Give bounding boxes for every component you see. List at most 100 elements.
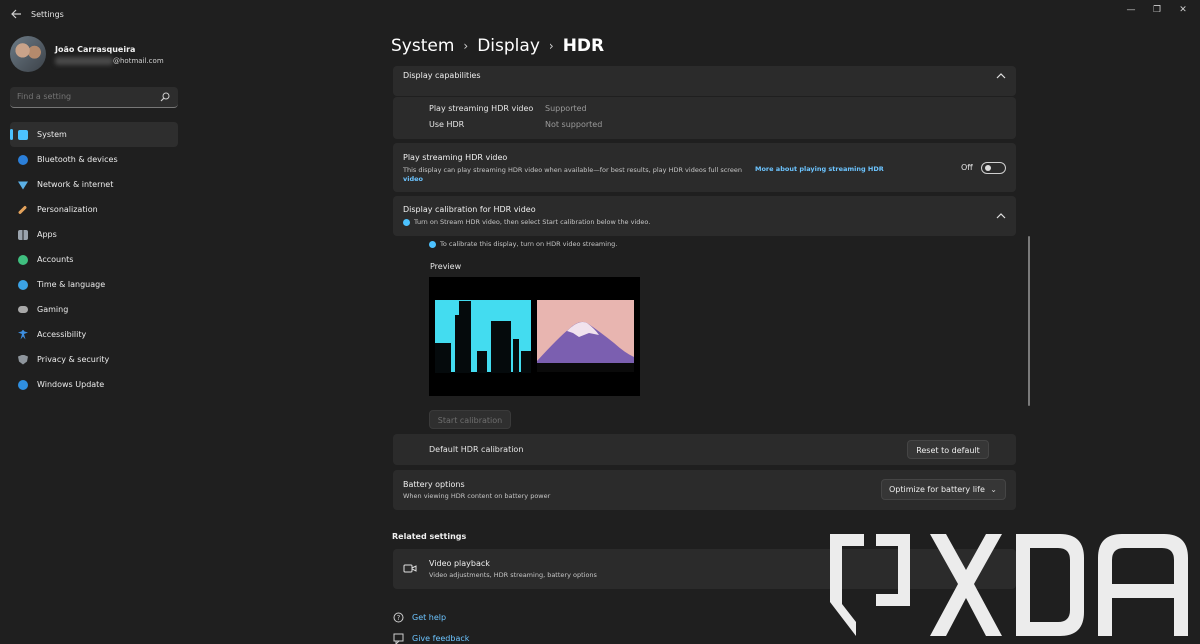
feedback-icon: [393, 633, 404, 644]
capability-value: Not supported: [545, 120, 603, 129]
shield-icon: [18, 354, 28, 365]
capabilities-header[interactable]: Display capabilities: [393, 66, 1016, 96]
streaming-hdr-card: Play streaming HDR video This display ca…: [393, 143, 1016, 192]
chevron-right-icon: ›: [463, 39, 469, 53]
brush-icon: [17, 204, 28, 215]
calibration-subtitle: Turn on Stream HDR video, then select St…: [403, 218, 650, 226]
calibration-header[interactable]: Display calibration for HDR video Turn o…: [393, 196, 1016, 236]
battery-option-selected: Optimize for battery life: [889, 485, 985, 494]
sidebar-item-label: Accounts: [37, 255, 74, 264]
sidebar-item-label: Time & language: [37, 280, 106, 289]
toggle-state-label: Off: [961, 163, 973, 172]
profile-name: João Carrasqueira: [55, 45, 136, 54]
search-input[interactable]: [17, 92, 157, 101]
email-redaction: [55, 57, 113, 65]
sidebar-item-network[interactable]: Network & internet: [10, 172, 178, 197]
sidebar-nav: System Bluetooth & devices Network & int…: [10, 122, 178, 397]
search-box[interactable]: [10, 87, 178, 108]
calibration-info-text: To calibrate this display, turn on HDR v…: [440, 240, 618, 248]
sidebar-item-label: System: [37, 130, 67, 139]
preview-image: [435, 300, 634, 373]
sidebar-item-label: Bluetooth & devices: [37, 155, 118, 164]
person-icon: [18, 254, 28, 265]
battery-title: Battery options: [403, 480, 465, 489]
sidebar-item-label: Personalization: [37, 205, 98, 214]
streaming-title: Play streaming HDR video: [403, 153, 508, 162]
sidebar-item-label: Network & internet: [37, 180, 114, 189]
battery-option-dropdown[interactable]: Optimize for battery life ⌄: [881, 479, 1006, 500]
calibration-info: To calibrate this display, turn on HDR v…: [429, 240, 617, 248]
sidebar-item-accessibility[interactable]: Accessibility: [10, 322, 178, 347]
breadcrumb-display[interactable]: Display: [477, 36, 540, 56]
search-icon[interactable]: [160, 92, 170, 102]
update-icon: [18, 379, 28, 390]
maximize-button[interactable]: ❐: [1150, 4, 1164, 16]
minimize-button[interactable]: —: [1124, 4, 1138, 16]
page-title: HDR: [562, 36, 605, 56]
xda-watermark-logo: [830, 534, 1188, 636]
preview-label: Preview: [430, 262, 462, 271]
avatar[interactable]: [10, 36, 46, 72]
sidebar-item-label: Gaming: [37, 305, 69, 314]
sidebar-item-bluetooth[interactable]: Bluetooth & devices: [10, 147, 178, 172]
sidebar-item-label: Privacy & security: [37, 355, 110, 364]
calibration-subtitle-text: Turn on Stream HDR video, then select St…: [414, 218, 651, 226]
start-calibration-button[interactable]: Start calibration: [429, 410, 511, 429]
sidebar-item-system[interactable]: System: [10, 122, 178, 147]
capabilities-title: Display capabilities: [403, 71, 481, 80]
sidebar-item-label: Accessibility: [37, 330, 87, 339]
breadcrumb-system[interactable]: System: [391, 36, 454, 56]
default-calibration-label: Default HDR calibration: [429, 445, 524, 454]
sidebar-item-label: Apps: [37, 230, 57, 239]
bluetooth-icon: [18, 154, 28, 165]
calibration-preview: [429, 277, 640, 396]
info-icon: [429, 240, 436, 248]
monitor-icon: [18, 129, 28, 140]
sidebar-item-apps[interactable]: Apps: [10, 222, 178, 247]
wifi-icon: [18, 181, 28, 190]
accessibility-icon: [18, 329, 28, 340]
sidebar-item-label: Windows Update: [37, 380, 105, 389]
sidebar-item-gaming[interactable]: Gaming: [10, 297, 178, 322]
sidebar-item-accounts[interactable]: Accounts: [10, 247, 178, 272]
reset-to-default-button[interactable]: Reset to default: [907, 440, 989, 459]
get-help-link[interactable]: Get help: [412, 613, 446, 622]
video-playback-subtitle: Video adjustments, HDR streaming, batter…: [429, 571, 597, 579]
app-title: Settings: [31, 10, 64, 19]
video-camera-icon: [403, 564, 417, 573]
give-feedback-link[interactable]: Give feedback: [412, 634, 469, 643]
streaming-description: This display can play streaming HDR vide…: [403, 166, 742, 174]
scrollbar[interactable]: [1028, 236, 1030, 406]
sidebar-item-windows-update[interactable]: Windows Update: [10, 372, 178, 397]
sidebar-item-time-language[interactable]: Time & language: [10, 272, 178, 297]
video-playback-title: Video playback: [429, 559, 490, 568]
battery-subtitle: When viewing HDR content on battery powe…: [403, 492, 551, 500]
breadcrumb: System › Display › HDR: [391, 36, 604, 56]
capabilities-body: Play streaming HDR video Supported Use H…: [393, 97, 1016, 139]
globe-icon: [18, 279, 28, 290]
streaming-hdr-toggle[interactable]: [981, 162, 1006, 174]
streaming-more-link-cont[interactable]: video: [403, 175, 423, 183]
chevron-right-icon: ›: [548, 39, 554, 53]
chevron-down-icon: ⌄: [990, 485, 997, 494]
info-icon: [403, 218, 410, 226]
chevron-up-icon[interactable]: [996, 212, 1006, 220]
title-bar: Settings — ❐ ✕: [0, 0, 1200, 30]
capability-value: Supported: [545, 104, 587, 113]
profile-email: @hotmail.com: [113, 57, 164, 65]
capability-label: Play streaming HDR video: [429, 104, 534, 113]
svg-text:?: ?: [397, 614, 401, 622]
calibration-title: Display calibration for HDR video: [403, 205, 536, 214]
chevron-up-icon[interactable]: [996, 72, 1006, 80]
gamepad-icon: [18, 306, 28, 313]
sidebar-item-privacy[interactable]: Privacy & security: [10, 347, 178, 372]
related-settings-title: Related settings: [392, 532, 467, 541]
help-icon: ?: [393, 612, 404, 623]
sidebar-item-personalization[interactable]: Personalization: [10, 197, 178, 222]
toggle-knob: [985, 165, 991, 171]
capability-label: Use HDR: [429, 120, 465, 129]
streaming-more-link[interactable]: More about playing streaming HDR: [755, 165, 884, 173]
apps-icon: [18, 229, 28, 240]
close-button[interactable]: ✕: [1176, 4, 1190, 16]
back-arrow-icon[interactable]: [10, 8, 22, 20]
